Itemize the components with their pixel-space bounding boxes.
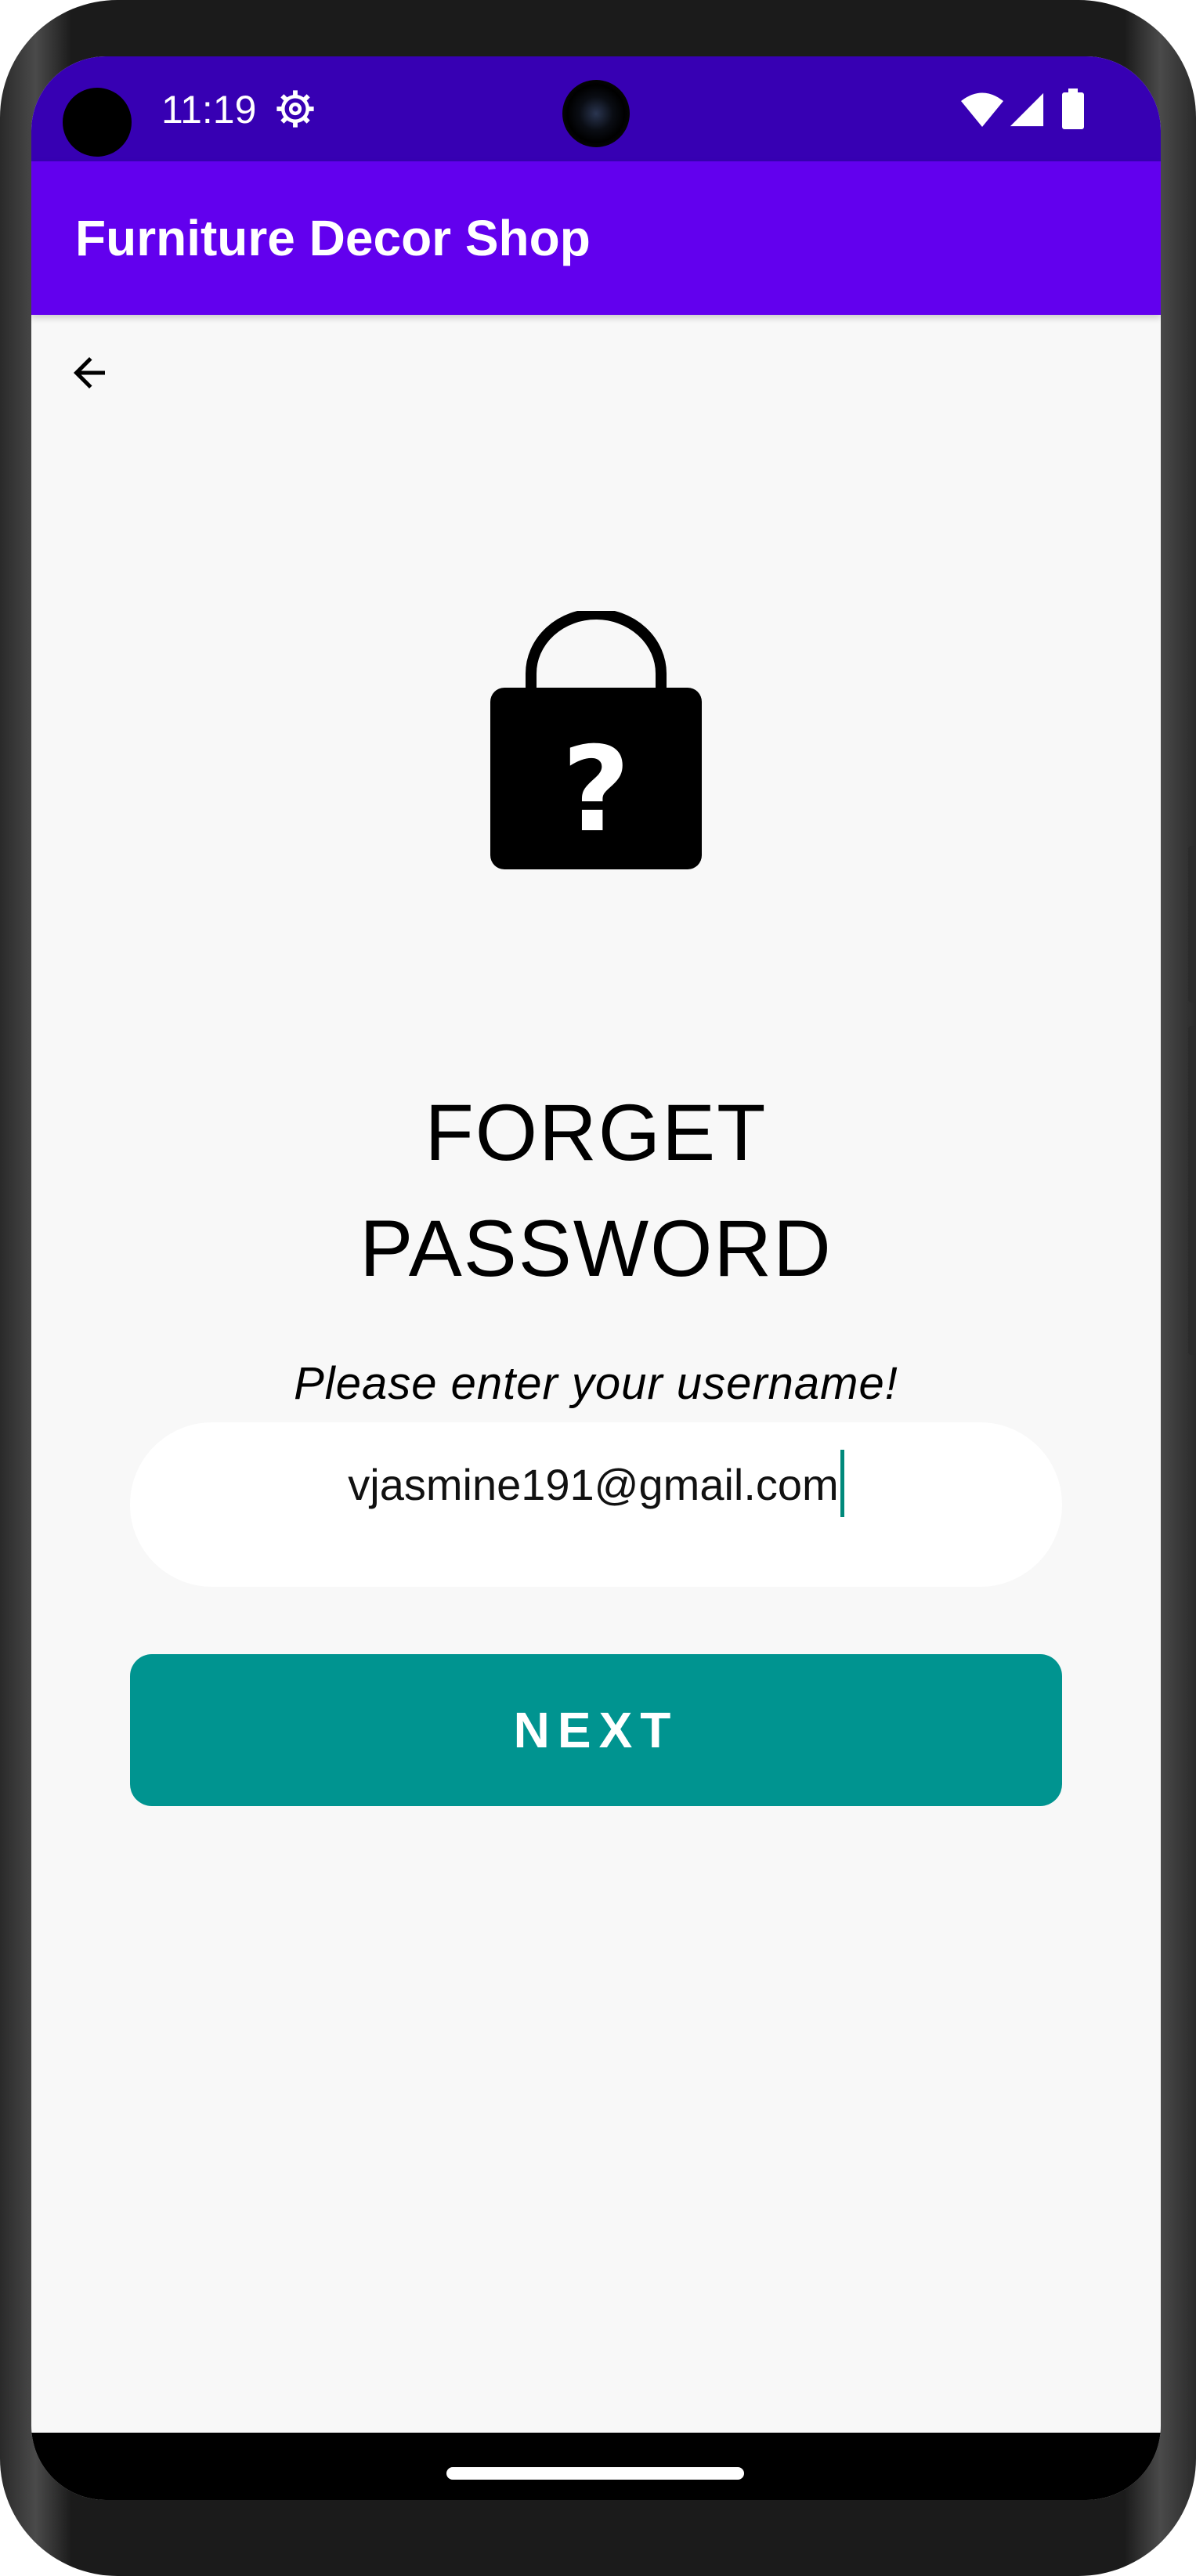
app-title: Furniture Decor Shop	[75, 210, 591, 266]
volume-key	[1188, 1026, 1196, 1355]
settings-icon	[276, 90, 314, 128]
battery-icon	[1062, 89, 1084, 129]
wifi-icon	[961, 92, 1003, 127]
phone-screen: 11:19 Furniture Decor Shop ? FORGET PASS…	[31, 56, 1161, 2500]
status-dot	[63, 88, 132, 157]
arrow-back-icon	[74, 357, 105, 388]
lock-question-icon: ?	[490, 611, 702, 869]
username-input[interactable]: vjasmine191@gmail.com	[130, 1422, 1062, 1587]
username-input-value[interactable]: vjasmine191@gmail.com	[130, 1422, 1062, 1587]
status-bar: 11:19	[31, 56, 1161, 161]
username-text: vjasmine191@gmail.com	[348, 1460, 839, 1509]
home-indicator[interactable]	[446, 2467, 744, 2480]
navigation-bar	[31, 2433, 1161, 2500]
status-time: 11:19	[161, 88, 257, 132]
text-cursor	[840, 1450, 844, 1517]
signal-icon	[1010, 92, 1044, 127]
page-title: FORGET PASSWORD	[31, 1075, 1161, 1306]
instruction-text: Please enter your username!	[294, 1358, 898, 1409]
page-title-line-1: FORGET	[425, 1088, 768, 1177]
svg-text:?: ?	[562, 722, 630, 858]
back-button[interactable]	[50, 334, 128, 412]
next-button[interactable]: NEXT	[130, 1654, 1062, 1806]
front-camera	[562, 80, 630, 147]
page-title-line-2: PASSWORD	[360, 1204, 833, 1293]
phone-frame: 11:19 Furniture Decor Shop ? FORGET PASS…	[0, 0, 1196, 2576]
power-key	[1188, 846, 1196, 1003]
